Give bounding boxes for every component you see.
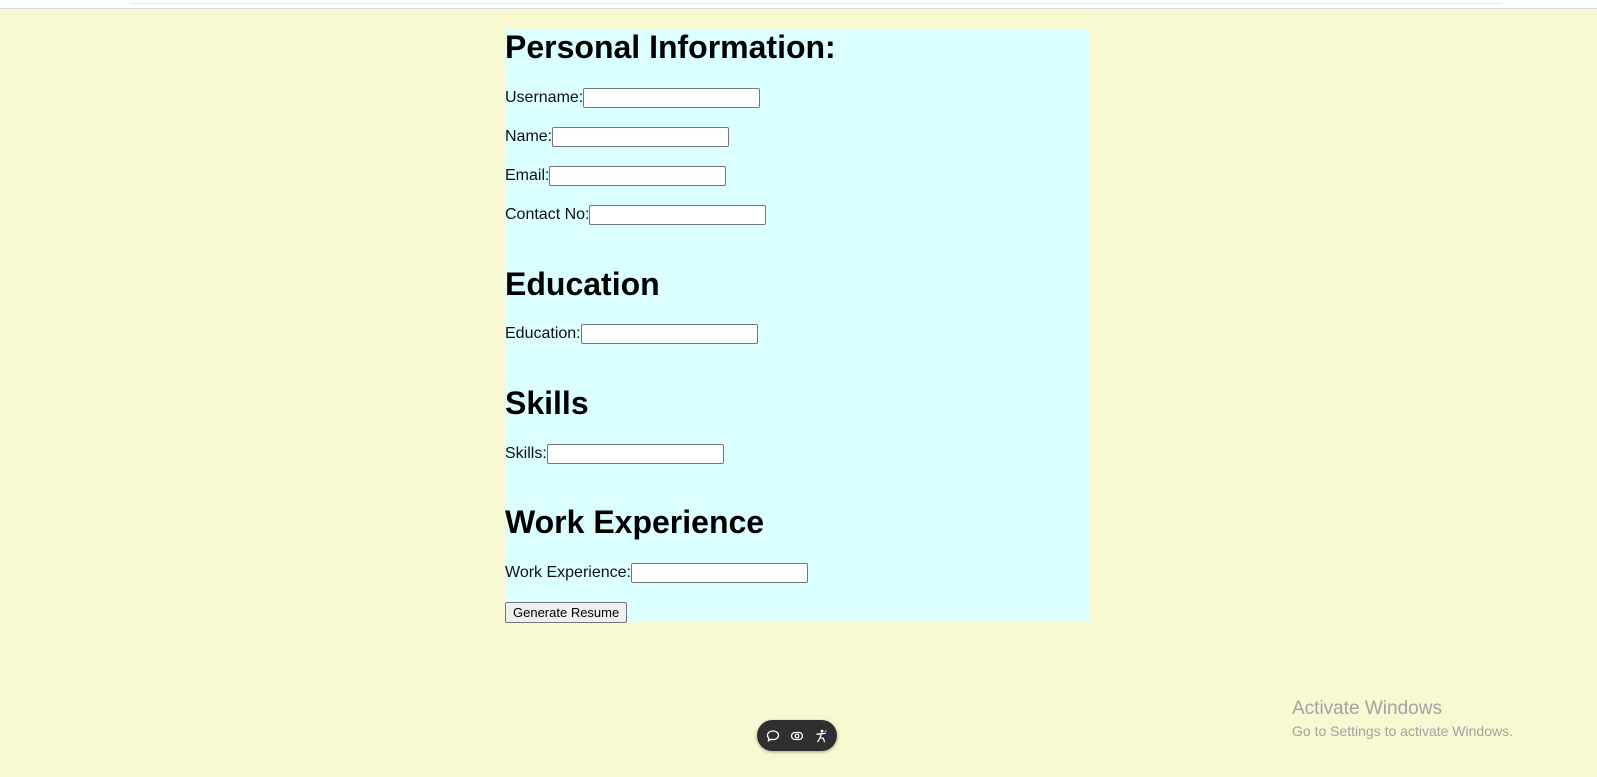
username-label: Username: [505, 89, 584, 106]
generate-resume-button[interactable]: Generate Resume [505, 602, 628, 623]
work-experience-heading: Work Experience [505, 504, 765, 540]
email-input[interactable] [549, 166, 727, 186]
contact-input[interactable] [589, 205, 767, 225]
education-row: Education: [505, 323, 758, 345]
contact-label: Contact No: [505, 206, 590, 223]
email-row: Email: [505, 165, 727, 187]
resume-form: Personal Information: Username: Name: Em… [505, 29, 1089, 623]
skills-input[interactable] [546, 444, 724, 464]
work-experience-label: Work Experience: [505, 564, 631, 581]
skills-row: Skills: [505, 443, 724, 465]
watermark-subtitle: Go to Settings to activate Windows. [1292, 723, 1513, 739]
name-label: Name: [505, 128, 553, 145]
top-strip-line [130, 0, 1500, 4]
username-row: Username: [505, 87, 761, 109]
name-input[interactable] [552, 127, 730, 147]
contact-row: Contact No: [505, 204, 767, 226]
education-input[interactable] [580, 324, 758, 344]
eye-icon[interactable] [789, 728, 805, 744]
email-label: Email: [505, 167, 550, 184]
name-row: Name: [505, 126, 730, 148]
browser-top-strip [0, 0, 1597, 9]
activate-windows-watermark: Activate Windows Go to Settings to activ… [1292, 698, 1513, 740]
accessibility-icon[interactable] [813, 728, 829, 744]
education-heading: Education [505, 266, 660, 302]
skills-label: Skills: [505, 445, 547, 462]
chat-icon[interactable] [765, 728, 781, 744]
watermark-title: Activate Windows [1292, 698, 1442, 719]
education-label: Education: [505, 325, 581, 342]
work-experience-row: Work Experience: [505, 562, 808, 584]
floating-toolbar [757, 720, 837, 751]
username-input[interactable] [583, 88, 761, 108]
work-experience-input[interactable] [630, 563, 808, 583]
skills-heading: Skills [505, 385, 589, 421]
personal-info-heading: Personal Information: [505, 29, 836, 65]
